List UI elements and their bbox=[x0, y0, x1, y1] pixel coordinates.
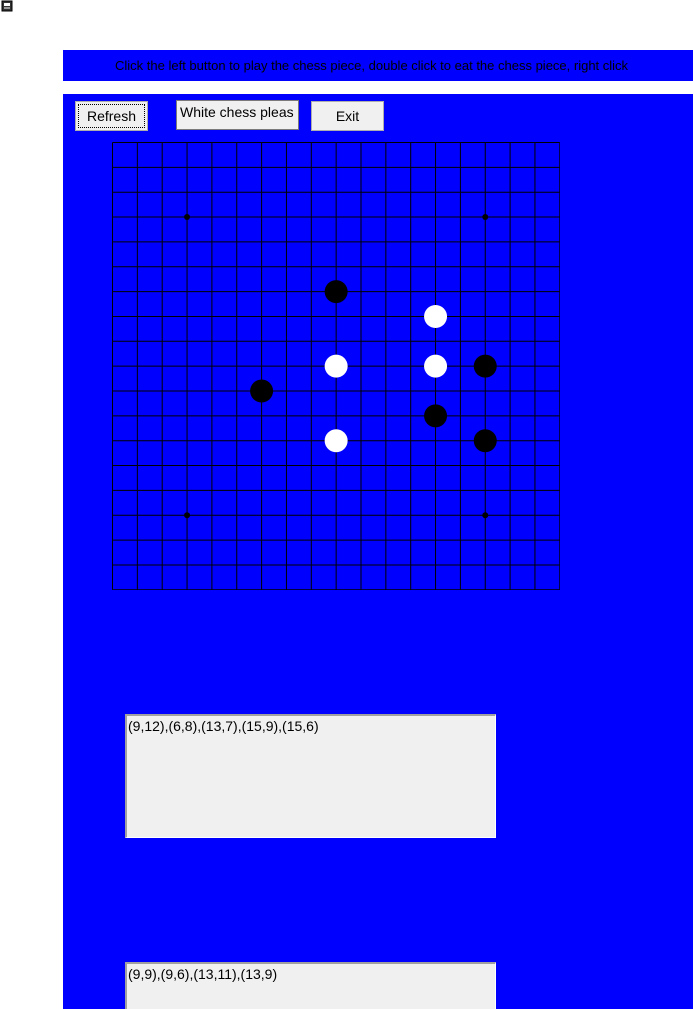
black-stone[interactable] bbox=[324, 280, 348, 304]
app-window-icon bbox=[0, 0, 14, 12]
status-field[interactable]: White chess pleas bbox=[176, 100, 299, 130]
white-stone[interactable] bbox=[424, 304, 448, 328]
star-point bbox=[184, 214, 191, 221]
black-stone[interactable] bbox=[250, 379, 274, 403]
white-stone[interactable] bbox=[324, 429, 348, 453]
exit-button[interactable]: Exit bbox=[311, 101, 384, 131]
black-stone[interactable] bbox=[424, 404, 448, 428]
black-stone[interactable] bbox=[473, 354, 497, 378]
star-point bbox=[482, 214, 489, 221]
white-stone[interactable] bbox=[424, 354, 448, 378]
refresh-button[interactable]: Refresh bbox=[75, 101, 148, 131]
white-stone[interactable] bbox=[324, 354, 348, 378]
move-log-bottom[interactable]: (9,9),(9,6),(13,11),(13,9) bbox=[125, 962, 496, 1009]
move-log-top[interactable]: (9,12),(6,8),(13,7),(15,9),(15,6) bbox=[125, 714, 496, 838]
star-point bbox=[184, 512, 191, 519]
black-stone[interactable] bbox=[473, 429, 497, 453]
instruction-bar: Click the left button to play the chess … bbox=[63, 50, 693, 81]
go-board[interactable] bbox=[112, 142, 560, 590]
star-point bbox=[482, 512, 489, 519]
app-window: Click the left button to play the chess … bbox=[0, 0, 693, 1009]
instruction-text: Click the left button to play the chess … bbox=[115, 58, 629, 73]
game-panel: Refresh White chess pleas Exit (9,12),(6… bbox=[63, 94, 693, 1009]
